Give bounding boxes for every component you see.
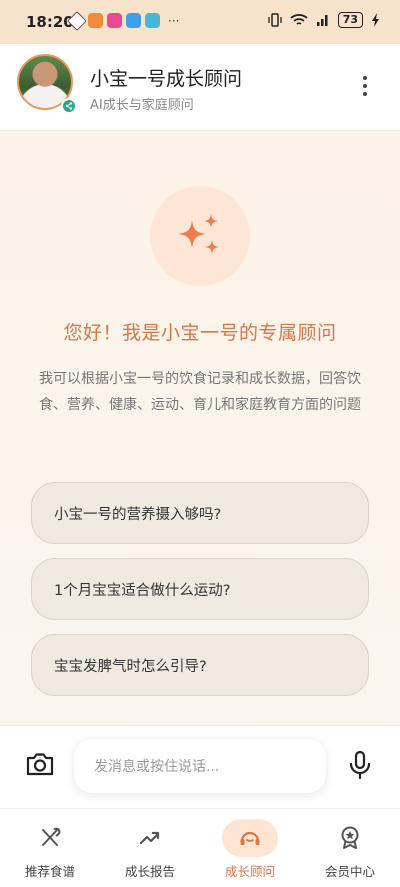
status-bar: 18:20 ··· 73 (0, 0, 400, 44)
welcome-description: 我可以根据小宝一号的饮食记录和成长数据，回答饮食、营养、健康、运动、育儿和家庭教… (39, 371, 361, 413)
message-input[interactable]: 发消息或按住说话... (74, 739, 326, 793)
charging-icon (372, 13, 379, 27)
suggestion-label: 1个月宝宝适合做什么运动? (54, 582, 231, 599)
share-icon[interactable] (61, 98, 77, 114)
nav-icon-container (22, 819, 78, 857)
nav-label: 成长报告 (124, 864, 175, 879)
message-input-placeholder: 发消息或按住说话... (94, 759, 220, 775)
more-dot (363, 84, 367, 88)
status-notification-icons: ··· (67, 10, 180, 31)
wifi-icon (290, 14, 308, 25)
message-input-bar: 发消息或按住说话... (0, 725, 400, 808)
nav-item-growth-report[interactable]: 成长报告 (100, 819, 200, 880)
member-badge-icon (341, 826, 359, 849)
nav-label: 会员中心 (324, 864, 375, 879)
page-title: 小宝一号成长顾问 (90, 68, 243, 90)
trend-chart-icon (139, 831, 160, 845)
signal-icon (316, 15, 328, 26)
page-subtitle: AI成长与家庭顾问 (90, 98, 194, 113)
microphone-icon (349, 750, 371, 780)
suggestion-chip[interactable]: 1个月宝宝适合做什么运动? (31, 558, 369, 620)
app-notification-icon (67, 10, 87, 31)
status-time: 18:20 (26, 13, 74, 31)
nav-icon-container (322, 819, 378, 857)
more-dot (363, 92, 367, 96)
more-notifications-indicator: ··· (168, 13, 180, 28)
nav-item-recipes[interactable]: 推荐食谱 (0, 819, 100, 880)
chat-header: 小宝一号成长顾问 AI成长与家庭顾问 (0, 44, 400, 131)
bottom-navigation: 推荐食谱 成长报告 成长顾问 会员中心 (0, 808, 400, 887)
browser-app-icon (126, 13, 141, 28)
utensils-icon (42, 827, 61, 846)
suggestion-chip[interactable]: 小宝一号的营养摄入够吗? (31, 482, 369, 544)
more-options-button[interactable] (362, 76, 368, 96)
more-dot (363, 76, 367, 80)
game-app-icon (107, 13, 122, 28)
camera-icon (26, 753, 54, 776)
advisor-icon (240, 831, 260, 845)
sparkle-icon-container (150, 186, 250, 286)
suggestion-chip[interactable]: 宝宝发脾气时怎么引导? (31, 634, 369, 696)
camera-button[interactable] (24, 748, 56, 780)
nav-item-member-center[interactable]: 会员中心 (300, 819, 400, 880)
advisor-screen: 18:20 ··· 73 小宝一号成长顾问 AI成长与家庭顾问 您好！我是小宝一… (0, 0, 400, 887)
nav-icon-container (222, 819, 278, 857)
voice-input-button[interactable] (348, 750, 372, 780)
sparkle-icon (178, 214, 219, 254)
book-app-icon (145, 13, 160, 28)
suggestion-label: 宝宝发脾气时怎么引导? (54, 658, 207, 675)
welcome-title: 您好！我是小宝一号的专属顾问 (63, 322, 337, 344)
suggestion-label: 小宝一号的营养摄入够吗? (54, 506, 222, 523)
advisor-avatar[interactable] (17, 54, 77, 114)
nav-item-growth-advisor[interactable]: 成长顾问 (200, 819, 300, 880)
nav-label: 成长顾问 (224, 864, 275, 879)
vibrate-icon (268, 13, 282, 27)
status-system-icons: 73 (268, 12, 380, 28)
nav-label: 推荐食谱 (24, 864, 75, 879)
battery-level: 73 (337, 12, 363, 28)
nav-icon-container (122, 819, 178, 857)
heart-app-icon (88, 13, 103, 28)
